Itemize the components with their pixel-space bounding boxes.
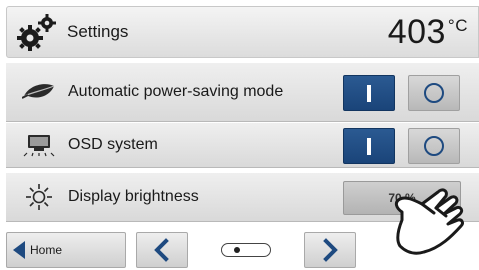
gears-icon xyxy=(17,12,61,52)
settings-screen: Settings 403 °C Automatic power-saving mo… xyxy=(0,0,479,270)
temperature-value: 403 xyxy=(387,13,446,51)
monitor-icon xyxy=(16,130,62,160)
on-bar-icon xyxy=(367,84,371,102)
on-bar-icon xyxy=(367,137,371,155)
setting-row-power-saving: Automatic power-saving mode xyxy=(6,62,479,122)
setting-label: Display brightness xyxy=(68,188,199,205)
temperature-unit: °C xyxy=(447,16,468,35)
chevron-right-icon xyxy=(323,238,338,262)
chevron-left-icon xyxy=(154,238,169,262)
page-dot xyxy=(234,247,240,253)
home-button[interactable]: Home xyxy=(6,232,126,268)
brightness-value: 70 % xyxy=(388,191,416,205)
previous-page-button[interactable] xyxy=(136,232,188,268)
brightness-value-button[interactable]: 70 % xyxy=(343,181,461,215)
header-bar: Settings 403 °C xyxy=(6,6,479,58)
temperature-readout: 403 °C xyxy=(388,13,468,52)
setting-row-brightness: Display brightness 70 % xyxy=(6,172,479,222)
footer-nav: Home xyxy=(6,228,479,270)
leaf-icon xyxy=(16,77,62,107)
osd-off-button[interactable] xyxy=(408,128,460,164)
page-indicator xyxy=(221,243,271,257)
setting-row-osd: OSD system xyxy=(6,122,479,168)
sun-icon xyxy=(16,182,62,212)
arrow-left-icon xyxy=(13,241,25,259)
power-saving-on-button[interactable] xyxy=(343,75,395,111)
setting-label: Automatic power-saving mode xyxy=(68,83,284,100)
home-label: Home xyxy=(30,243,63,257)
osd-on-button[interactable] xyxy=(343,128,395,164)
next-page-button[interactable] xyxy=(304,232,356,268)
off-circle-icon xyxy=(424,83,444,103)
setting-label: OSD system xyxy=(68,136,158,153)
off-circle-icon xyxy=(424,136,444,156)
page-title: Settings xyxy=(67,22,129,41)
power-saving-off-button[interactable] xyxy=(408,75,460,111)
